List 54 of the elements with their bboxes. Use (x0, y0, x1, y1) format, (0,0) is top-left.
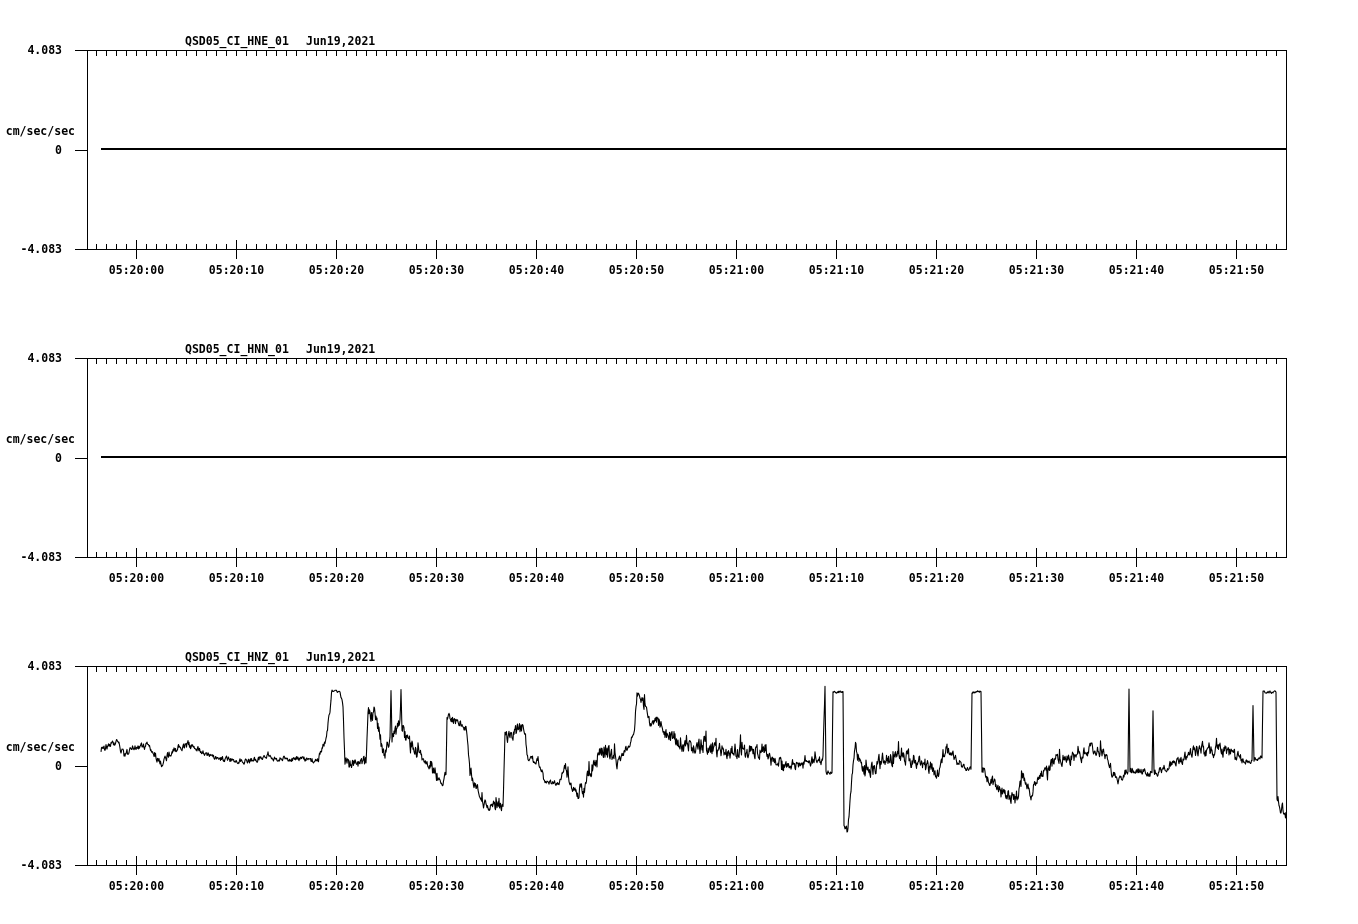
x-tick-label: 05:20:40 (508, 571, 565, 585)
x-tick-label: 05:20:30 (408, 571, 465, 585)
x-tick-label: 05:20:10 (208, 879, 265, 893)
x-tick-label: 05:20:40 (508, 879, 565, 893)
x-tick-label: 05:21:40 (1108, 879, 1165, 893)
x-tick-label: 05:20:10 (208, 571, 265, 585)
channel-title: QSD05_CI_HNE_01 (185, 34, 289, 48)
x-tick-label: 05:21:50 (1208, 571, 1265, 585)
x-tick-label: 05:21:30 (1008, 571, 1065, 585)
x-tick-label: 05:21:00 (708, 879, 765, 893)
x-tick-label: 05:20:00 (108, 571, 165, 585)
y-tick-label: 4.083 (27, 351, 62, 365)
x-tick-label: 05:21:30 (1008, 879, 1065, 893)
date-label: Jun19,2021 (306, 34, 376, 48)
x-tick-label: 05:21:10 (808, 571, 865, 585)
x-tick-label: 05:21:30 (1008, 263, 1065, 277)
x-tick-label: 05:21:50 (1208, 263, 1265, 277)
x-tick-label: 05:20:20 (308, 571, 365, 585)
date-label: Jun19,2021 (306, 650, 376, 664)
y-tick-label: 0 (55, 142, 62, 157)
x-tick-label: 05:20:30 (408, 263, 465, 277)
y-tick-label: 4.083 (27, 659, 62, 673)
unit-label: cm/sec/sec (5, 740, 75, 754)
unit-label: cm/sec/sec (5, 432, 75, 446)
y-tick-label: -4.083 (20, 858, 62, 872)
x-tick-label: 05:21:20 (908, 571, 965, 585)
x-tick-label: 05:20:00 (108, 879, 165, 893)
y-tick-label: -4.083 (20, 550, 62, 564)
channel-title: QSD05_CI_HNN_01 (185, 342, 289, 356)
channel-title: QSD05_CI_HNZ_01 (185, 650, 289, 664)
unit-label: cm/sec/sec (5, 124, 75, 138)
x-tick-label: 05:20:20 (308, 879, 365, 893)
x-tick-label: 05:21:00 (708, 571, 765, 585)
y-tick-label: 0 (55, 450, 62, 465)
date-label: Jun19,2021 (306, 342, 376, 356)
x-tick-label: 05:21:20 (908, 263, 965, 277)
y-tick-label: 0 (55, 758, 62, 773)
y-tick-label: 4.083 (27, 43, 62, 57)
x-tick-label: 05:21:10 (808, 879, 865, 893)
x-tick-label: 05:21:50 (1208, 879, 1265, 893)
x-tick-label: 05:20:20 (308, 263, 365, 277)
x-tick-label: 05:21:00 (708, 263, 765, 277)
x-tick-label: 05:20:30 (408, 879, 465, 893)
x-tick-label: 05:21:40 (1108, 263, 1165, 277)
x-tick-label: 05:21:20 (908, 879, 965, 893)
y-tick-label: -4.083 (20, 242, 62, 256)
x-tick-label: 05:20:50 (608, 571, 665, 585)
x-tick-label: 05:20:10 (208, 263, 265, 277)
x-tick-label: 05:21:40 (1108, 571, 1165, 585)
x-tick-label: 05:20:50 (608, 263, 665, 277)
x-tick-label: 05:20:40 (508, 263, 565, 277)
x-tick-label: 05:21:10 (808, 263, 865, 277)
x-tick-label: 05:20:00 (108, 263, 165, 277)
x-tick-label: 05:20:50 (608, 879, 665, 893)
